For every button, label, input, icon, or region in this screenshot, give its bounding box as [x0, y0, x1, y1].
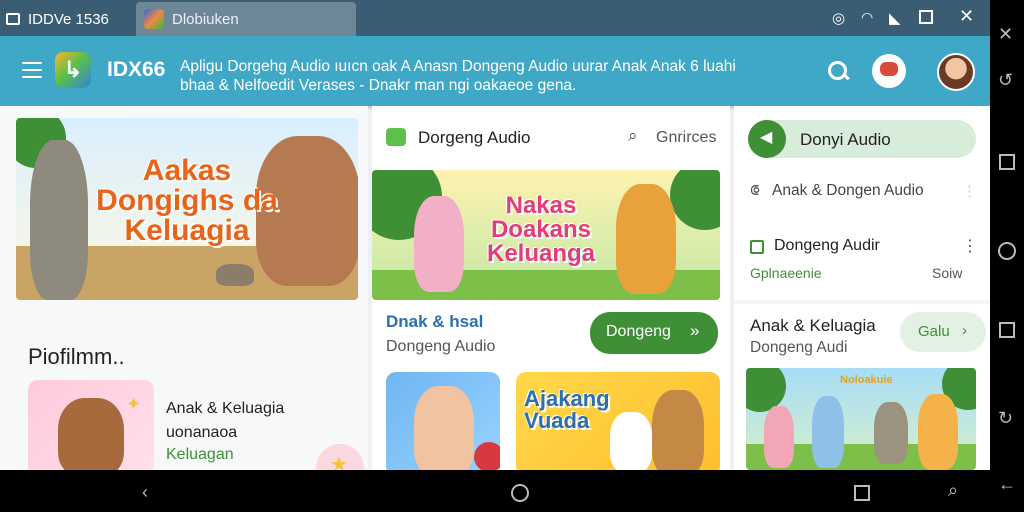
girl-illustration: [414, 196, 464, 292]
star-icon: ★: [330, 454, 348, 470]
recents-icon[interactable]: [854, 485, 870, 501]
search-icon[interactable]: [822, 54, 856, 88]
app-icon: [144, 9, 164, 29]
rotate-icon[interactable]: ↻: [998, 408, 1013, 429]
bear-card[interactable]: ✦: [28, 380, 154, 470]
column-middle: Dorgeng Audio ⌕ Gnrirces Nakas Doakans K…: [372, 106, 730, 470]
child-illustration: [764, 406, 794, 468]
row-tag-right[interactable]: Soiw: [932, 265, 962, 281]
close-icon[interactable]: ✕: [959, 6, 974, 27]
audio-pill-label: Donyi Audio: [800, 130, 891, 149]
banner-label: Noloakuie: [840, 374, 893, 386]
row-label-1[interactable]: Anak & Dongen Audio: [772, 182, 924, 200]
section-title: Piofilmm..: [28, 344, 125, 369]
elephant-illustration: [874, 402, 908, 464]
audio-pill[interactable]: ◀ Donyi Audio: [748, 120, 976, 158]
menu-icon[interactable]: [22, 62, 42, 78]
back-icon[interactable]: ←: [998, 474, 1016, 495]
hero-banner-left[interactable]: Aakas Dongighs da Keluagia: [16, 118, 358, 300]
listen-button[interactable]: Dongeng »: [590, 312, 718, 354]
recents-icon[interactable]: [999, 154, 1015, 170]
star-icon: ✦: [126, 394, 142, 414]
robot-icon[interactable]: [872, 54, 906, 88]
giraffe-illustration: [616, 184, 676, 294]
app-screen: IDDVe 1536 Dlobiuken ◎ ◠ ◣ ✕ ↳ IDX66 Apl…: [0, 0, 990, 470]
listen-button-label: Dongeng: [606, 323, 671, 340]
row-label-2[interactable]: Dongeng Audir: [774, 237, 880, 255]
card-subtitle: Dongeng Audi: [750, 339, 848, 356]
search-icon[interactable]: ⌕: [948, 480, 958, 501]
kids-banner[interactable]: Noloakuie: [746, 368, 976, 470]
row-tag-left[interactable]: Gplnaeenie: [750, 265, 822, 281]
checkbox-icon[interactable]: [750, 240, 764, 254]
child-illustration: [812, 396, 844, 468]
section-header-title: Dorgeng Audio: [418, 128, 531, 147]
card-tag: Keluagan: [166, 446, 234, 463]
play-icon: »: [690, 321, 700, 340]
navigation-icon: ◀: [748, 120, 786, 158]
card-title: Anak & Keluagia: [750, 316, 876, 335]
back-icon[interactable]: ‹: [142, 482, 148, 503]
tab-active-label: Dlobiuken: [172, 10, 239, 28]
column-right: ◀ Donyi Audio ⟃ Anak & Dongen Audio ⋮ Do…: [734, 106, 990, 470]
avatar[interactable]: [937, 53, 975, 91]
window-icon[interactable]: [919, 10, 933, 24]
item-title[interactable]: Dnak & hsal: [386, 312, 483, 332]
app-bar: ↳ IDX66 Apligu Dorgehg Audio ıuıcn oak A…: [0, 36, 990, 106]
tab-first[interactable]: IDDVe 1536: [6, 6, 109, 32]
circle-icon: ◎: [832, 10, 846, 27]
header-action[interactable]: Gnrirces: [656, 129, 716, 147]
item-subtitle: Dongeng Audio: [386, 338, 496, 355]
hero-banner-middle[interactable]: Nakas Doakans Keluanga: [372, 170, 720, 300]
hero-title-left: Aakas Dongighs da Keluagia: [96, 154, 278, 247]
giraffe-card[interactable]: Ajakang Vuada: [516, 372, 720, 470]
giraffe-illustration: [652, 390, 704, 470]
giraffe-card-title: Ajakang Vuada: [524, 386, 610, 433]
card-button-label: Galu: [918, 323, 950, 340]
page-headline: Apligu Dorgehg Audio ıuıcn oak A Anasn D…: [180, 58, 736, 94]
boy-card[interactable]: [386, 372, 500, 470]
recents-icon[interactable]: [999, 322, 1015, 338]
audio-icon: [386, 128, 406, 146]
more-icon[interactable]: ⋮: [962, 182, 977, 200]
favorite-button[interactable]: ★: [316, 444, 364, 470]
bear-illustration: [58, 398, 124, 470]
child-illustration: [918, 394, 958, 470]
window-icon: [6, 13, 20, 25]
rotate-icon[interactable]: ↺: [998, 70, 1013, 91]
hero-title-middle: Nakas Doakans Keluanga: [486, 192, 596, 267]
status-bar: IDDVe 1536 Dlobiuken ◎ ◠ ◣ ✕: [0, 0, 990, 36]
logo-icon: ↳: [55, 52, 91, 88]
home-icon[interactable]: [998, 242, 1016, 260]
link-icon: ⟃: [750, 182, 760, 199]
brand-name: IDX66: [107, 58, 166, 81]
card-title: Anak & Keluagia: [166, 400, 285, 417]
wifi-icon: ◠: [861, 9, 874, 25]
giraffe-illustration: [30, 140, 88, 300]
navigation-bar-side: ✕ ↺ ↻ ←: [990, 0, 1024, 512]
home-icon[interactable]: [511, 484, 529, 502]
close-icon[interactable]: ✕: [998, 24, 1013, 45]
boy-illustration: [414, 386, 474, 470]
tab-first-label: IDDVe 1536: [28, 10, 109, 28]
chevron-right-icon: ›: [962, 322, 967, 339]
tab-active[interactable]: Dlobiuken: [136, 2, 356, 36]
signal-icon: ◣: [889, 10, 901, 27]
more-icon[interactable]: ⋮: [962, 236, 978, 256]
column-left: Aakas Dongighs da Keluagia Piofilmm.. ✦ …: [0, 106, 368, 470]
search-icon[interactable]: ⌕: [628, 126, 638, 146]
card-button[interactable]: Galu ›: [900, 312, 986, 352]
navigation-bar-bottom: ‹ ⌕: [0, 470, 990, 512]
card-subtitle: uonanaoa: [166, 424, 238, 441]
